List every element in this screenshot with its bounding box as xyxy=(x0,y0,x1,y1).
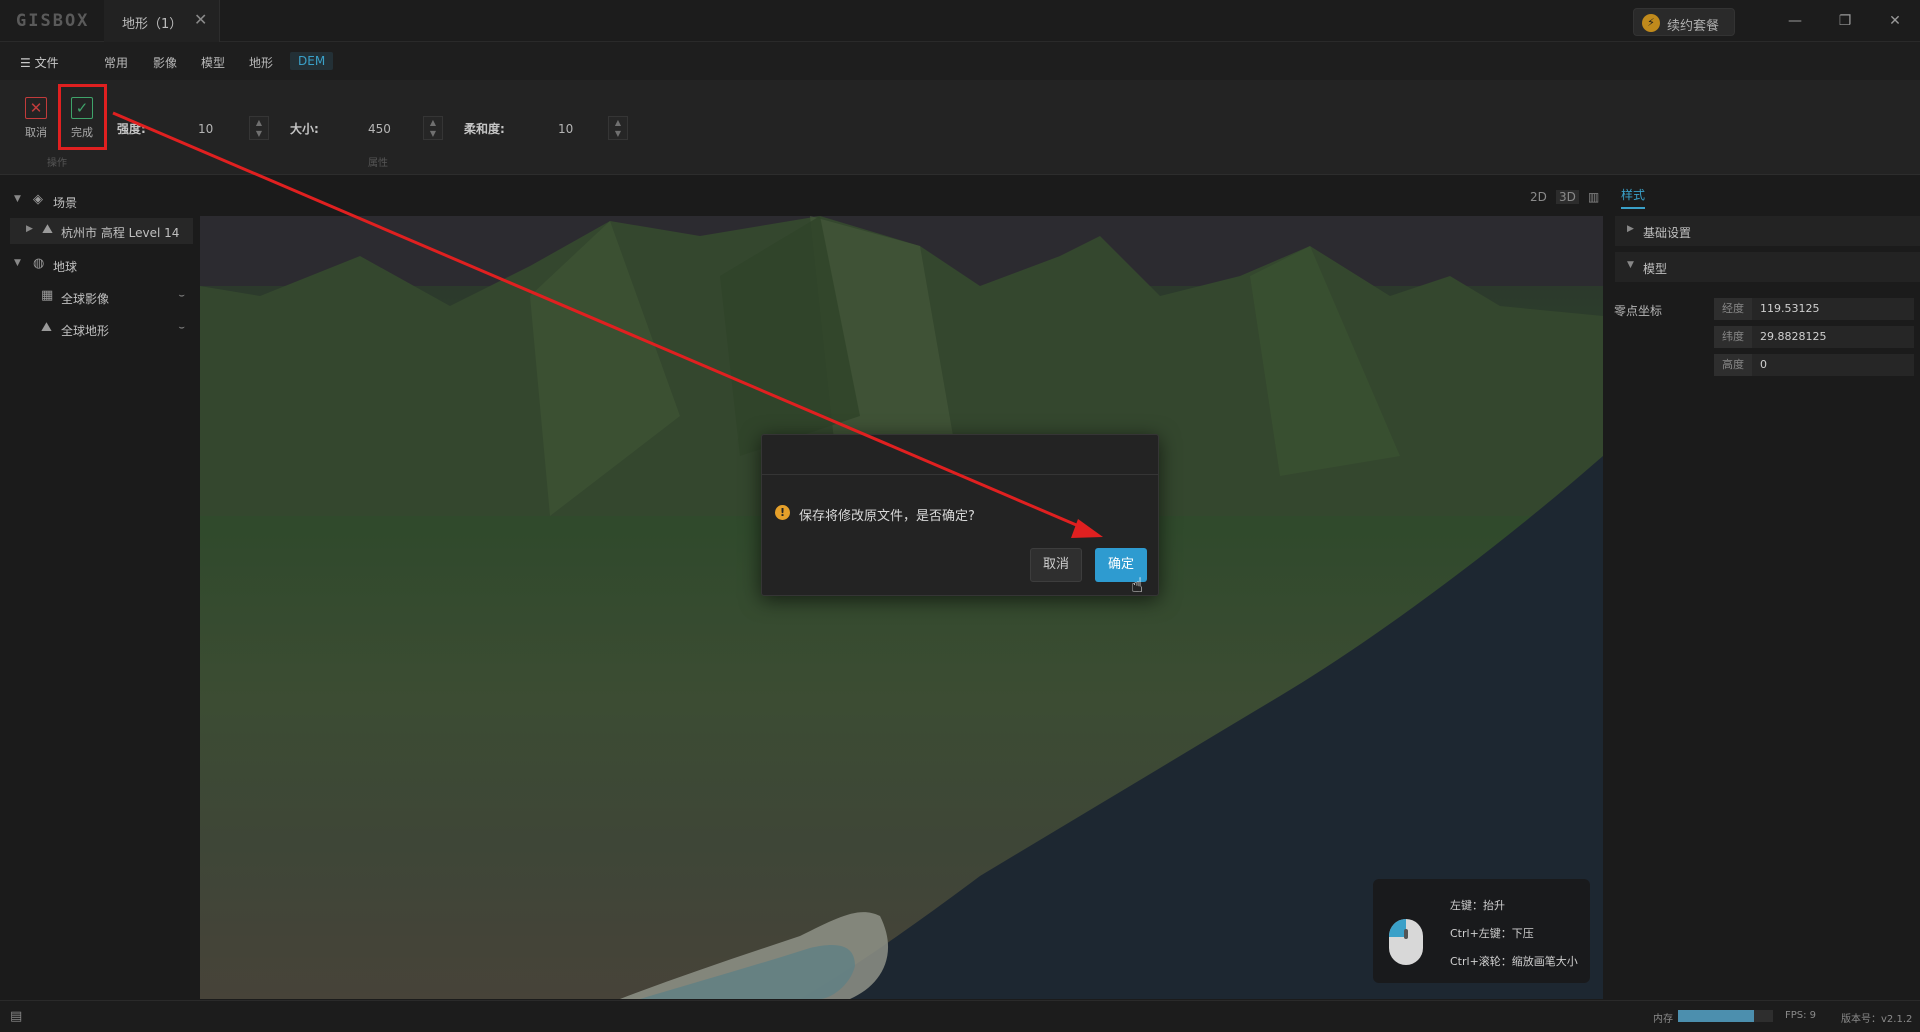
longitude-field[interactable]: 经度 119.53125 xyxy=(1714,298,1914,320)
ribbon-toolbar: ✕ 取消 ✓ 完成 操作 强度: 10 ▲ ▼ 大小: 450 ▲ ▼ 柔和度: 1… xyxy=(0,80,1920,175)
size-stepper[interactable]: ▲ ▼ xyxy=(423,116,443,140)
view-3d-button[interactable]: 3D xyxy=(1556,190,1579,204)
title-bar: GISBOX 地形（1） ✕ ⚡ 续约套餐 — ❐ ✕ xyxy=(0,0,1920,42)
app-logo: GISBOX xyxy=(16,11,90,31)
tree-node-globe[interactable]: ▼ ◍ 地球 xyxy=(0,252,195,278)
properties-panel: 样式 ▶ 基础设置 ▼ 模型 零点坐标 经度 119.53125 纬度 29.8… xyxy=(1607,176,1920,998)
collapse-arrow-icon[interactable]: ▶ xyxy=(26,224,33,234)
close-tab-icon[interactable]: ✕ xyxy=(194,10,207,29)
tab-style[interactable]: 样式 xyxy=(1621,186,1646,209)
tree-label-globe: 地球 xyxy=(53,260,78,274)
section-basic-settings-label: 基础设置 xyxy=(1643,226,1692,240)
origin-coordinate-label: 零点坐标 xyxy=(1614,304,1663,318)
tree-node-global-imagery[interactable]: ▦ 全球影像 ⌣ xyxy=(0,284,195,310)
view-2d-button[interactable]: 2D xyxy=(1530,190,1547,204)
size-value[interactable]: 450 xyxy=(368,122,391,136)
tree-label-global-terrain: 全球地形 xyxy=(61,324,110,338)
strength-value[interactable]: 10 xyxy=(198,122,213,136)
eye-hidden-icon[interactable]: ⌣ xyxy=(178,290,185,301)
imagery-icon: ▦ xyxy=(41,288,54,303)
cancel-x-icon: ✕ xyxy=(25,97,47,119)
terrain-icon: ⛰ xyxy=(42,222,53,237)
restore-button[interactable]: ❐ xyxy=(1830,6,1860,36)
menu-terrain[interactable]: 地形 xyxy=(249,54,273,71)
status-bar: ▤ 内存 FPS: 9 版本号：v2.1.2 xyxy=(0,1000,1920,1032)
cancel-edit-button[interactable]: ✕ 取消 xyxy=(16,93,56,151)
warning-icon: ! xyxy=(775,505,790,520)
globe-icon: ◍ xyxy=(33,256,45,271)
renew-plan-label: 续约套餐 xyxy=(1667,19,1720,34)
section-model[interactable]: ▼ 模型 xyxy=(1615,252,1920,282)
minimize-button[interactable]: — xyxy=(1780,6,1810,36)
tree-node-hangzhou-dem[interactable]: ▶ ⛰ 杭州市 高程 Level 14 xyxy=(10,218,193,244)
expand-arrow-icon: ▼ xyxy=(1627,260,1634,270)
height-key: 高度 xyxy=(1714,354,1752,376)
strength-label: 强度: xyxy=(117,122,146,136)
done-edit-button[interactable]: ✓ 完成 xyxy=(62,93,102,151)
latitude-value[interactable]: 29.8828125 xyxy=(1760,330,1826,343)
expand-arrow-icon[interactable]: ▼ xyxy=(14,258,21,268)
hint-ctrl-wheel: Ctrl+滚轮：缩放画笔大小 xyxy=(1450,955,1578,968)
dialog-message: 保存将修改原文件，是否确定? xyxy=(799,509,975,524)
tree-label-global-imagery: 全球影像 xyxy=(61,292,110,306)
memory-bar-fill xyxy=(1678,1010,1754,1022)
mouse-hint-panel: 左键：抬升 Ctrl+左键：下压 Ctrl+滚轮：缩放画笔大小 xyxy=(1373,879,1590,983)
close-window-button[interactable]: ✕ xyxy=(1880,6,1910,36)
file-menu[interactable]: ☰ 文件 xyxy=(20,54,59,71)
tree-label-hangzhou: 杭州市 高程 Level 14 xyxy=(61,226,180,240)
section-model-label: 模型 xyxy=(1643,262,1668,276)
menu-dem[interactable]: DEM xyxy=(290,52,334,70)
scene-tree-panel: ▼ ◈ 场景 ▶ ⛰ 杭州市 高程 Level 14 ▼ ◍ 地球 ▦ 全球影像… xyxy=(0,176,200,998)
memory-label: 内存 xyxy=(1653,1014,1673,1025)
expand-arrow-icon[interactable]: ▼ xyxy=(14,194,21,204)
dialog-cancel-button[interactable]: 取消 xyxy=(1030,548,1082,582)
log-icon[interactable]: ▤ xyxy=(10,1009,22,1024)
lightning-icon: ⚡ xyxy=(1642,14,1660,32)
property-group-label: 属性 xyxy=(368,158,388,169)
menu-common[interactable]: 常用 xyxy=(104,54,128,71)
longitude-key: 经度 xyxy=(1714,298,1752,320)
document-tab[interactable]: 地形（1） ✕ xyxy=(104,0,220,42)
strength-stepper[interactable]: ▲ ▼ xyxy=(249,116,269,140)
3d-terrain-viewport[interactable]: 左键：抬升 Ctrl+左键：下压 Ctrl+滚轮：缩放画笔大小 xyxy=(200,216,1603,999)
dialog-header xyxy=(762,435,1158,475)
height-field[interactable]: 高度 0 xyxy=(1714,354,1914,376)
latitude-field[interactable]: 纬度 29.8828125 xyxy=(1714,326,1914,348)
view-split-button[interactable]: ▥ xyxy=(1588,190,1599,204)
document-tab-label: 地形（1） xyxy=(122,17,183,32)
height-value[interactable]: 0 xyxy=(1760,358,1767,371)
menu-bar: ☰ 文件 常用 影像 模型 地形 DEM xyxy=(0,42,1920,80)
mouse-icon xyxy=(1389,919,1423,965)
operation-group-label: 操作 xyxy=(47,158,67,169)
longitude-value[interactable]: 119.53125 xyxy=(1760,302,1820,315)
size-label: 大小: xyxy=(290,122,319,136)
hint-ctrl-left-click: Ctrl+左键：下压 xyxy=(1450,927,1534,940)
memory-bar xyxy=(1678,1010,1773,1022)
version-label: 版本号：v2.1.2 xyxy=(1841,1014,1913,1025)
tree-label-scene: 场景 xyxy=(53,196,78,210)
collapse-arrow-icon: ▶ xyxy=(1627,224,1634,234)
done-edit-label: 完成 xyxy=(71,126,93,139)
confirm-save-dialog: ! 保存将修改原文件，是否确定? 取消 确定 xyxy=(761,434,1159,596)
pointer-hand-icon: ☝ xyxy=(1131,573,1144,597)
softness-value[interactable]: 10 xyxy=(558,122,573,136)
latitude-key: 纬度 xyxy=(1714,326,1752,348)
cancel-edit-label: 取消 xyxy=(25,126,47,139)
tree-node-global-terrain[interactable]: ⛰ 全球地形 ⌣ xyxy=(0,316,195,342)
menu-model[interactable]: 模型 xyxy=(201,54,225,71)
menu-imagery[interactable]: 影像 xyxy=(153,54,177,71)
eye-hidden-icon[interactable]: ⌣ xyxy=(178,322,185,333)
softness-stepper[interactable]: ▲ ▼ xyxy=(608,116,628,140)
renew-plan-button[interactable]: ⚡ 续约套餐 xyxy=(1633,8,1735,36)
checkmark-icon: ✓ xyxy=(71,97,93,119)
section-basic-settings[interactable]: ▶ 基础设置 xyxy=(1615,216,1920,246)
softness-label: 柔和度: xyxy=(464,122,505,136)
fps-readout: FPS: 9 xyxy=(1785,1010,1817,1021)
terrain-icon: ⛰ xyxy=(41,320,52,335)
scene-icon: ◈ xyxy=(33,192,43,207)
hint-left-click: 左键：抬升 xyxy=(1450,899,1505,912)
tree-node-scene[interactable]: ▼ ◈ 场景 xyxy=(0,188,195,214)
